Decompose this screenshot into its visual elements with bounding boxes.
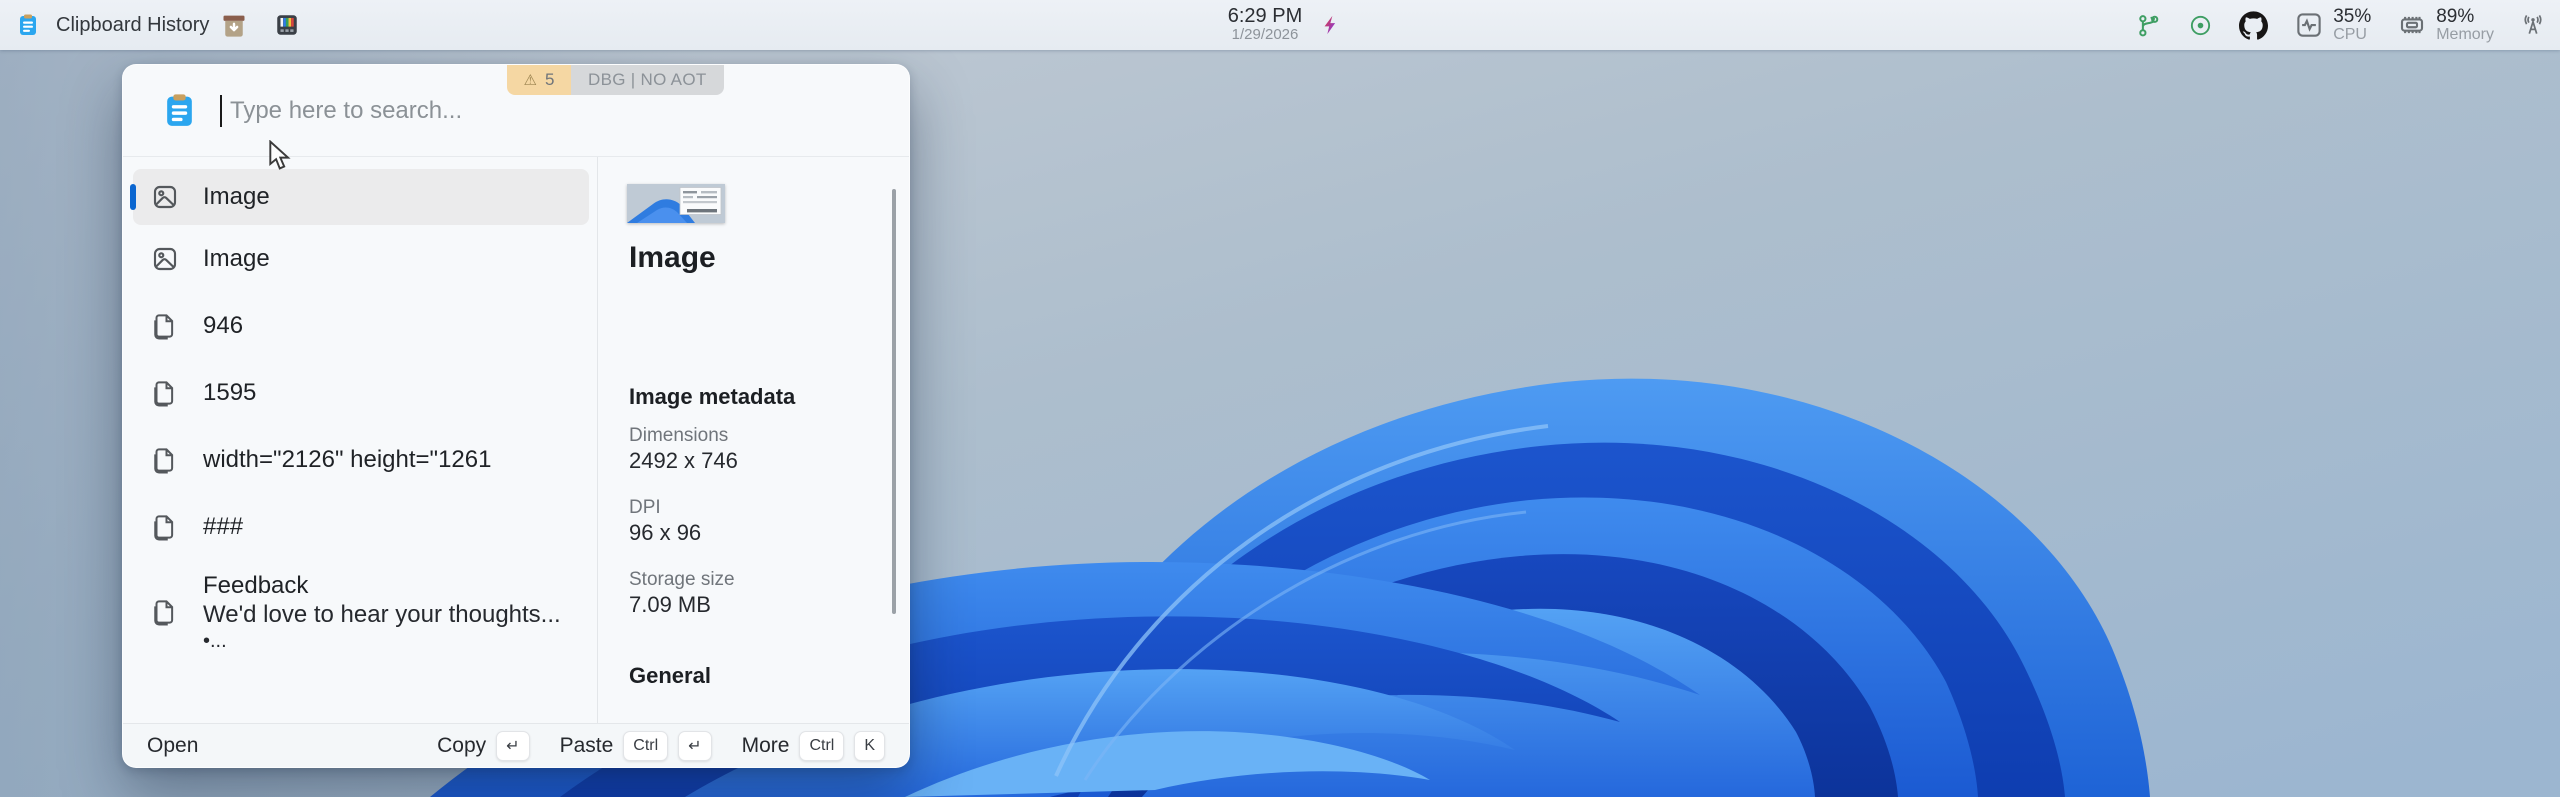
document-icon (149, 597, 181, 627)
text-caret (220, 95, 222, 127)
clock-time: 6:29 PM (1200, 5, 1330, 27)
mouse-cursor (268, 140, 295, 176)
more-button[interactable]: More Ctrl K (742, 731, 885, 761)
media-grid-icon[interactable] (274, 0, 300, 50)
github-icon[interactable] (2239, 11, 2268, 40)
clipboard-icon (16, 13, 40, 37)
memory-value: 89% (2436, 7, 2494, 27)
list-item-label: 946 (203, 312, 243, 340)
debug-badge-label: DBG | NO AOT (588, 70, 707, 90)
desktop: Clipboard History 6:29 PM 1/29/2026 (0, 0, 2560, 797)
list-item-label: Image (203, 183, 270, 211)
document-icon (149, 445, 181, 475)
memory-label: Memory (2436, 27, 2494, 44)
document-icon (149, 512, 181, 542)
copy-button[interactable]: Copy ↵ (437, 731, 529, 761)
clipboard-history-palette: ⚠ 5 DBG | NO AOT Image (122, 64, 910, 768)
app-title: Clipboard History (56, 14, 209, 37)
warning-count: 5 (545, 70, 554, 90)
field-label: Dimensions (629, 425, 728, 447)
list-item-label: width="2126" height="1261 (203, 446, 491, 474)
image-thumbnail (627, 184, 725, 223)
cpu-label: CPU (2333, 27, 2371, 44)
cpu-value: 35% (2333, 7, 2371, 27)
memory-chip-icon (2397, 10, 2427, 40)
copy-label: Copy (437, 734, 486, 758)
memory-meter[interactable]: 89% Memory (2397, 7, 2494, 44)
list-item-label: Image (203, 245, 270, 273)
ctrl-keycap: Ctrl (799, 731, 844, 761)
git-branch-icon[interactable] (2135, 12, 2162, 39)
archive-box-icon[interactable] (220, 0, 248, 50)
list-item-hashes[interactable]: ### (133, 493, 589, 560)
field-value: 96 x 96 (629, 520, 701, 546)
clipboard-item-list: Image Image 946 (123, 157, 597, 723)
document-icon (149, 311, 181, 341)
system-tray: 35% CPU 89% Memory (2135, 0, 2546, 50)
open-label: Open (147, 734, 198, 758)
feedback-title: Feedback (203, 571, 561, 600)
search-input[interactable] (230, 97, 590, 125)
list-item-1595[interactable]: 1595 (133, 359, 589, 426)
image-icon (149, 181, 181, 213)
metadata-heading: Image metadata (629, 384, 795, 410)
antenna-icon[interactable] (2520, 12, 2546, 38)
warning-badge[interactable]: ⚠ 5 (507, 65, 571, 95)
record-icon[interactable] (2188, 13, 2213, 38)
list-item-image-2[interactable]: Image (133, 225, 589, 292)
list-item-width-height[interactable]: width="2126" height="1261 (133, 426, 589, 493)
warning-triangle-icon: ⚠ (524, 73, 537, 88)
details-title: Image (629, 241, 716, 275)
feedback-subtitle-2: •... (203, 629, 561, 653)
list-item-946[interactable]: 946 (133, 292, 589, 359)
general-heading: General (629, 663, 711, 689)
paste-label: Paste (560, 734, 614, 758)
lightning-icon[interactable] (1320, 0, 1342, 50)
details-scrollbar[interactable] (892, 189, 896, 614)
cpu-gauge-icon (2294, 10, 2324, 40)
status-badges: ⚠ 5 DBG | NO AOT (507, 65, 724, 95)
more-label: More (742, 734, 790, 758)
feedback-subtitle: We'd love to hear your thoughts... (203, 600, 561, 629)
enter-keycap: ↵ (496, 731, 529, 761)
cpu-meter[interactable]: 35% CPU (2294, 7, 2371, 44)
field-label: DPI (629, 497, 661, 519)
list-item-feedback[interactable]: Feedback We'd love to hear your thoughts… (133, 560, 589, 664)
clock[interactable]: 6:29 PM 1/29/2026 (1200, 5, 1330, 44)
field-label: Storage size (629, 569, 735, 591)
document-icon (149, 378, 181, 408)
palette-content: Image Image 946 (123, 157, 909, 723)
field-value: 2492 x 746 (629, 448, 738, 474)
list-item-label: ### (203, 513, 243, 541)
debug-badge: DBG | NO AOT (571, 65, 724, 95)
command-bar: Open Copy ↵ Paste Ctrl ↵ More Ctrl K (123, 723, 909, 767)
details-panel: Image Image metadata Dimensions 2492 x 7… (597, 157, 909, 723)
clock-date: 1/29/2026 (1200, 27, 1330, 44)
top-bar: Clipboard History 6:29 PM 1/29/2026 (0, 0, 2560, 50)
k-keycap: K (854, 731, 885, 761)
ctrl-keycap: Ctrl (623, 731, 668, 761)
clipboard-search-icon (161, 92, 198, 129)
enter-keycap: ↵ (678, 731, 711, 761)
open-button[interactable]: Open (147, 734, 198, 758)
image-icon (149, 243, 181, 275)
field-value: 7.09 MB (629, 592, 711, 618)
paste-button[interactable]: Paste Ctrl ↵ (560, 731, 712, 761)
list-item-image-1[interactable]: Image (133, 169, 589, 225)
list-item-label: 1595 (203, 379, 256, 407)
